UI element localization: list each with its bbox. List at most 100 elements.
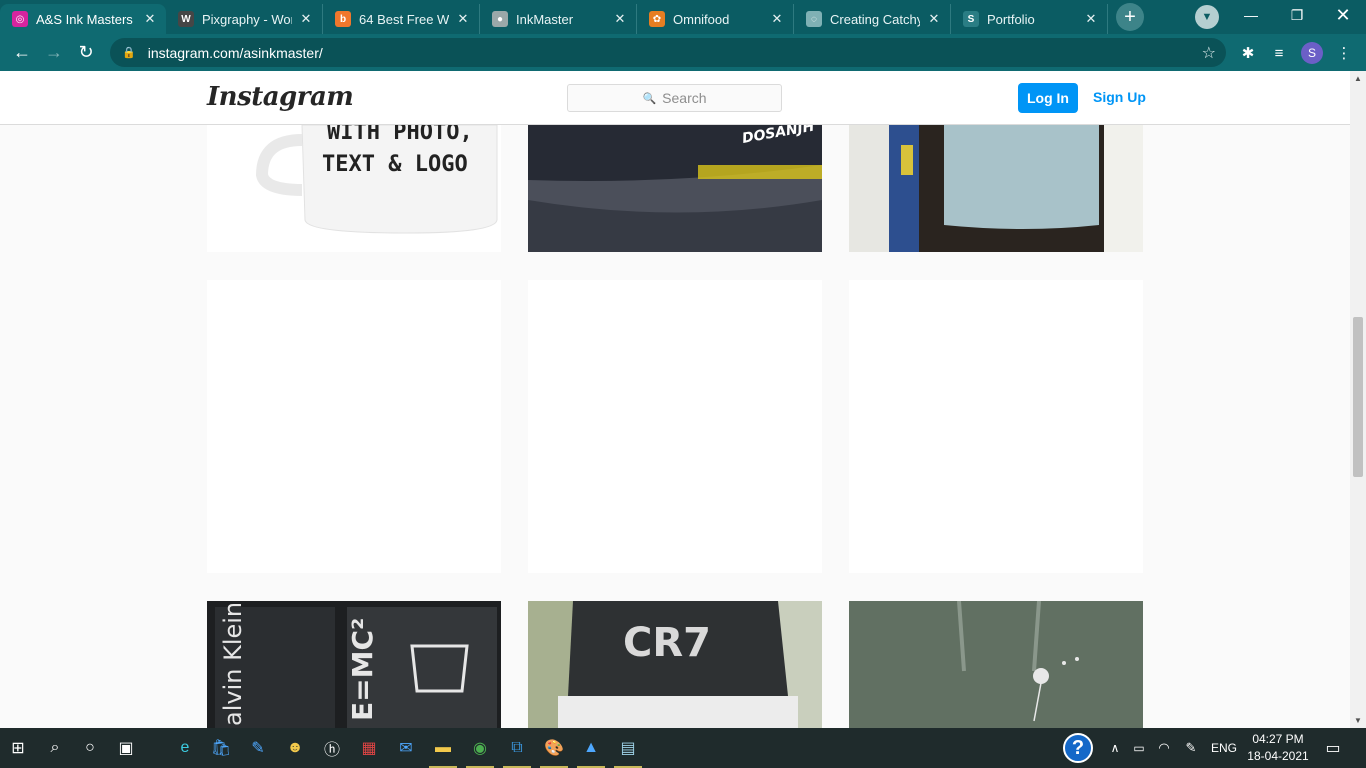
tab-title: A&S Ink Masters ( — [36, 11, 136, 27]
edge-icon[interactable]: e — [167, 728, 203, 768]
forward-button[interactable]: → — [39, 37, 69, 67]
image-viewer-icon[interactable]: ▲ — [573, 728, 609, 768]
maximize-button[interactable]: ❐ — [1274, 0, 1320, 30]
tshirt-image — [849, 125, 1143, 252]
chrome-icon[interactable]: ◉ — [462, 728, 498, 768]
mail-icon[interactable]: ✉ — [388, 728, 424, 768]
media-control-icon[interactable]: ≡ — [1267, 41, 1291, 65]
post-placeholder[interactable] — [528, 280, 822, 573]
close-tab-icon[interactable]: ✕ — [142, 11, 158, 27]
post-mug[interactable]: WITH PHOTO, TEXT & LOGO — [207, 125, 501, 252]
tab-search-button[interactable]: ▼ — [1195, 5, 1219, 29]
store-icon[interactable]: 🛍 — [203, 728, 239, 768]
emc-text: E=MC² — [346, 618, 379, 721]
chrome-menu-icon[interactable]: ⋮ — [1332, 41, 1356, 65]
address-bar[interactable]: 🔒 instagram.com/asinkmaster/ ☆ — [110, 38, 1226, 67]
post-placeholder[interactable] — [207, 280, 501, 573]
browser-tab[interactable]: ✿ Omnifood ✕ — [637, 4, 794, 34]
mug-text-line1: WITH PHOTO, — [327, 125, 473, 145]
vscode-icon[interactable]: ⧉ — [499, 728, 535, 768]
post-placeholder[interactable] — [849, 280, 1143, 573]
profile-avatar[interactable]: S — [1301, 42, 1323, 64]
browser-tab[interactable]: W Pixgraphy - Word ✕ — [166, 4, 323, 34]
packaging-image: alvin Klein E=MC² — [207, 601, 501, 728]
tab-title: 64 Best Free Wor — [359, 11, 449, 27]
login-button[interactable]: Log In — [1018, 83, 1078, 113]
clock-date[interactable]: 18-04-2021 — [1246, 749, 1310, 763]
close-tab-icon[interactable]: ✕ — [769, 11, 785, 27]
instagram-icon: ◎ — [12, 11, 28, 27]
search-input[interactable]: 🔍 Search — [567, 84, 782, 112]
language-indicator[interactable]: ENG — [1208, 741, 1240, 755]
close-tab-icon[interactable]: ✕ — [926, 11, 942, 27]
mascot-app-icon[interactable]: ☻ — [277, 728, 313, 768]
url-text: instagram.com/asinkmaster/ — [147, 44, 323, 61]
post-cr7[interactable]: CR7 — [528, 601, 822, 728]
help-icon[interactable]: ? — [1060, 728, 1096, 768]
page-scrollbar[interactable]: ▲ ▼ — [1350, 71, 1366, 728]
bookmark-star-icon[interactable]: ☆ — [1202, 43, 1216, 63]
scroll-down-arrow-icon[interactable]: ▼ — [1354, 716, 1362, 725]
s-logo-icon: S — [963, 11, 979, 27]
signup-link[interactable]: Sign Up — [1093, 89, 1146, 105]
close-tab-icon[interactable]: ✕ — [612, 11, 628, 27]
scrollbar-thumb[interactable] — [1353, 317, 1363, 477]
instagram-logo[interactable]: Instagram — [207, 82, 354, 112]
notepad-icon[interactable]: ▤ — [610, 728, 646, 768]
tab-title: Omnifood — [673, 11, 730, 27]
close-tab-icon[interactable]: ✕ — [455, 11, 471, 27]
ck-text: alvin Klein — [219, 602, 247, 726]
browser-tab[interactable]: ◎ A&S Ink Masters ( ✕ — [0, 4, 166, 34]
app-icon[interactable]: ✎ — [240, 728, 276, 768]
reload-button[interactable]: ↻ — [71, 37, 101, 67]
extensions-puzzle-icon[interactable]: ✱ — [1236, 41, 1260, 65]
notifications-icon[interactable]: ▭ — [1315, 728, 1351, 768]
tab-title: InkMaster — [516, 11, 574, 27]
hoodie-image — [849, 601, 1143, 728]
close-window-button[interactable]: ✕ — [1320, 0, 1366, 30]
new-tab-button[interactable]: + — [1116, 3, 1144, 31]
post-hoodie[interactable] — [849, 601, 1143, 728]
windows-start-icon[interactable]: ⊞ — [0, 728, 36, 768]
browser-tab[interactable]: ● InkMaster ✕ — [480, 4, 637, 34]
lock-icon: 🔒 — [122, 47, 136, 59]
cortana-icon[interactable]: ○ — [72, 728, 108, 768]
instagram-header: Instagram 🔍 Search Log In Sign Up — [0, 71, 1350, 125]
file-explorer-icon[interactable]: ▬ — [425, 728, 461, 768]
clock-time[interactable]: 04:27 PM — [1246, 732, 1310, 746]
minimize-button[interactable]: — — [1228, 0, 1274, 30]
browser-toolbar: ← → ↻ 🔒 instagram.com/asinkmaster/ ☆ ✱ ≡… — [0, 34, 1366, 71]
windows-taskbar: ⊞ ⌕ ○ ▣ e 🛍 ✎ ☻ ⓗ ▦ ✉ ▬ ◉ ⧉ 🎨 ▲ ▤ ? ∧ ▭ … — [0, 728, 1366, 768]
loading-icon: ◌ — [806, 11, 822, 27]
search-icon[interactable]: ⌕ — [37, 728, 73, 768]
task-view-icon[interactable]: ▣ — [108, 728, 144, 768]
page-viewport: Instagram 🔍 Search Log In Sign Up WITH P… — [0, 71, 1350, 728]
photos-icon[interactable]: ▦ — [351, 728, 387, 768]
dandelion-icon — [1033, 668, 1049, 684]
cr7-text: CR7 — [623, 620, 711, 666]
omnifood-icon: ✿ — [649, 11, 665, 27]
search-placeholder: Search — [662, 90, 707, 106]
mug-text-line2: TEXT & LOGO — [322, 152, 468, 177]
browser-tab[interactable]: S Portfolio ✕ — [951, 4, 1108, 34]
globe-icon: ● — [492, 11, 508, 27]
post-cap[interactable]: DOSANJH — [528, 125, 822, 252]
tab-title: Pixgraphy - Word — [202, 11, 292, 27]
back-button[interactable]: ← — [7, 37, 37, 67]
wordpress-icon: W — [178, 11, 194, 27]
paint-icon[interactable]: 🎨 — [536, 728, 572, 768]
cr7-image: CR7 — [528, 601, 822, 728]
close-tab-icon[interactable]: ✕ — [298, 11, 314, 27]
post-packaging[interactable]: alvin Klein E=MC² — [207, 601, 501, 728]
browser-tab-strip: ◎ A&S Ink Masters ( ✕ W Pixgraphy - Word ✕ b 64… — [0, 0, 1366, 34]
post-tshirt[interactable] — [849, 125, 1143, 252]
hp-icon[interactable]: ⓗ — [314, 728, 350, 768]
browser-tab[interactable]: ◌ Creating Catchy T ✕ — [794, 4, 951, 34]
pen-icon[interactable]: ✎ — [1173, 728, 1209, 768]
scroll-up-arrow-icon[interactable]: ▲ — [1354, 74, 1362, 83]
close-tab-icon[interactable]: ✕ — [1083, 11, 1099, 27]
blog-icon: b — [335, 11, 351, 27]
tab-title: Creating Catchy T — [830, 11, 920, 27]
mug-image: WITH PHOTO, TEXT & LOGO — [207, 125, 501, 252]
browser-tab[interactable]: b 64 Best Free Wor ✕ — [323, 4, 480, 34]
